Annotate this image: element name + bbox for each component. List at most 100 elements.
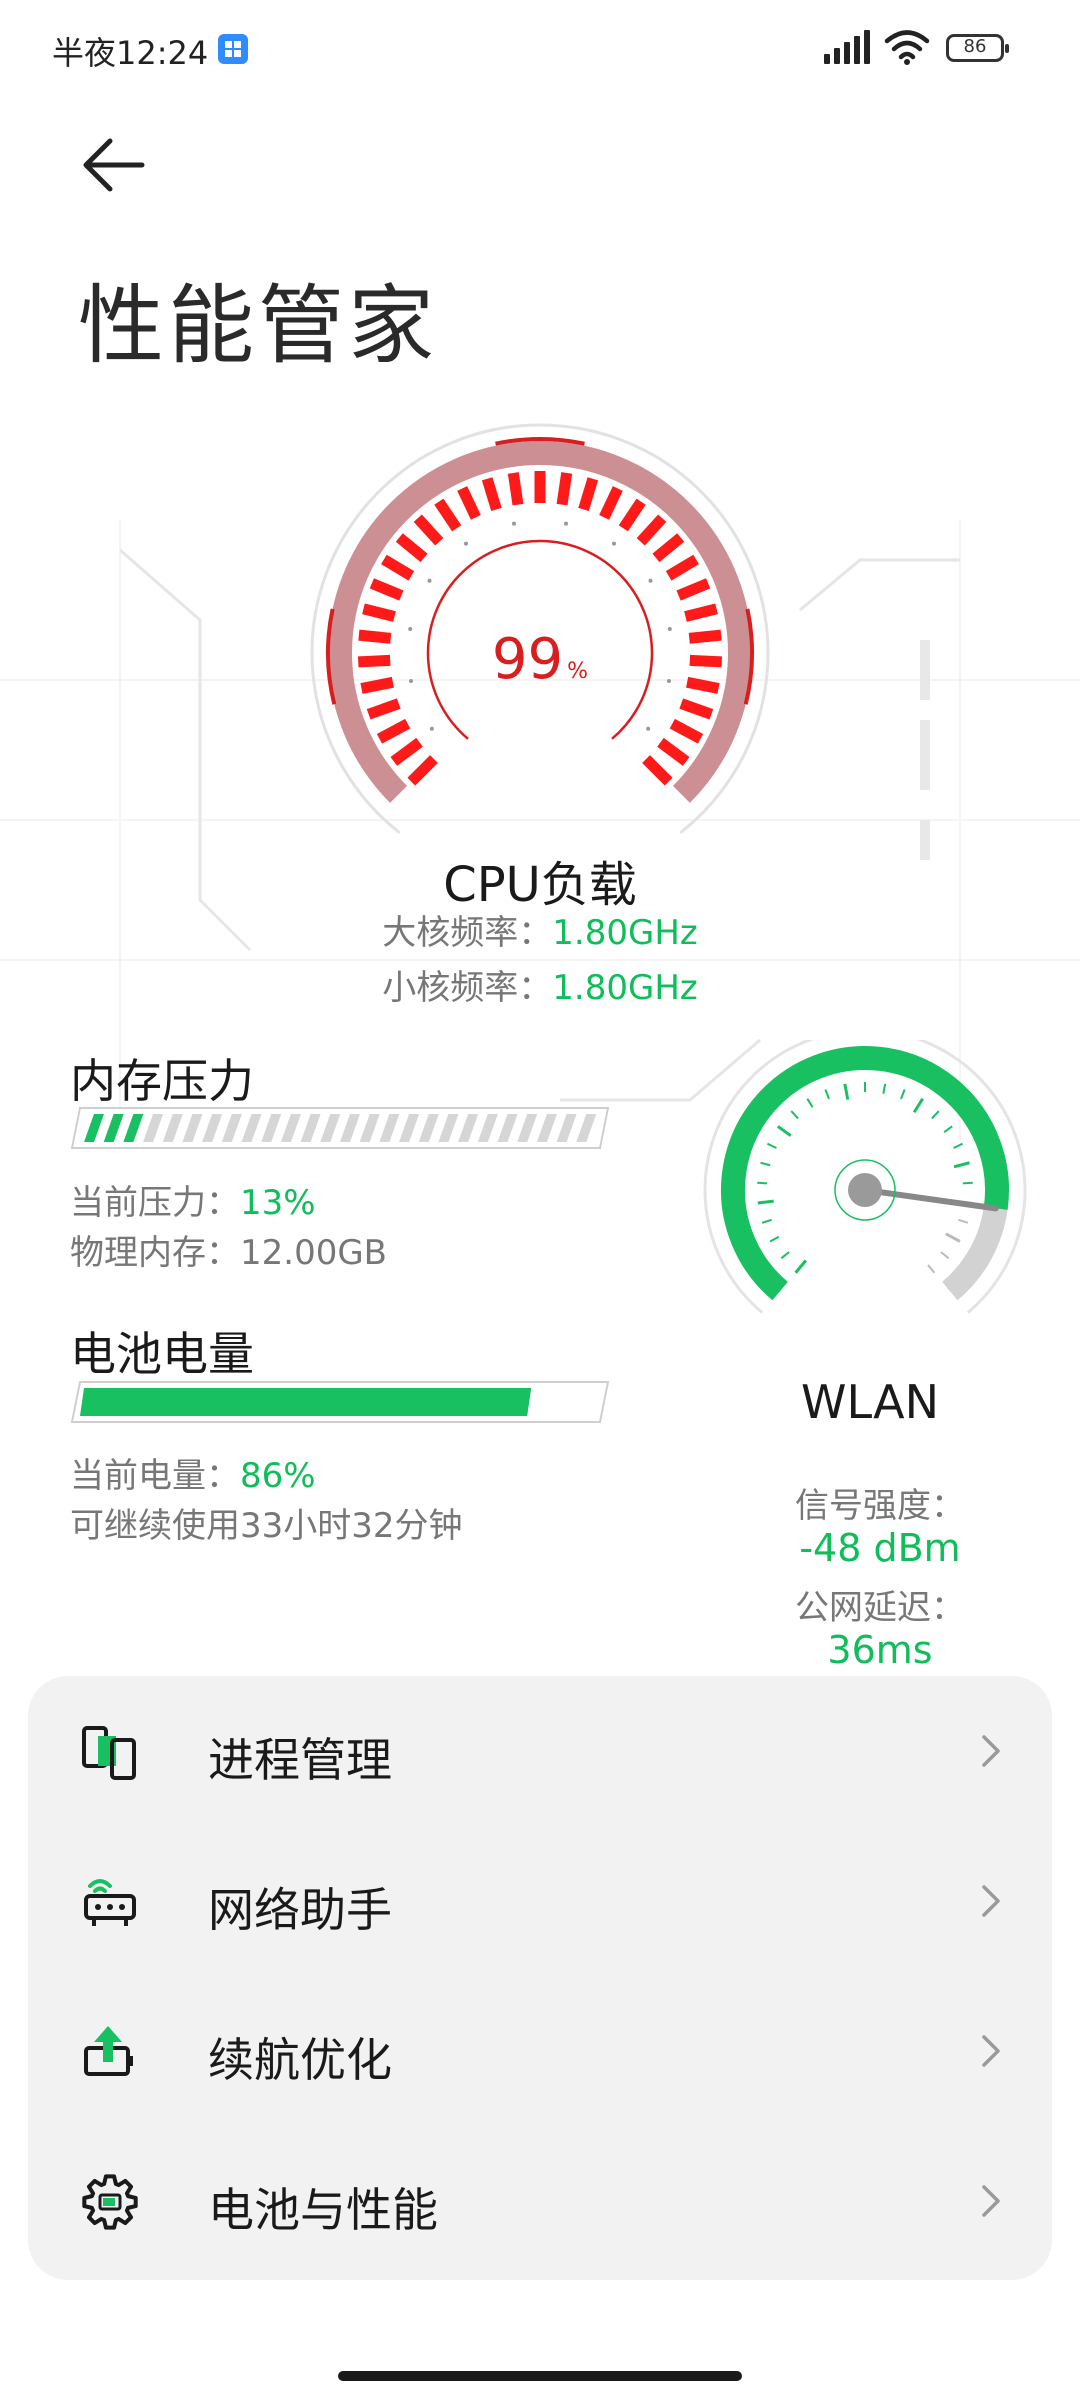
menu-item-label: 网络助手 <box>208 1883 392 1937</box>
wlan-gauge-tick <box>943 1125 953 1133</box>
cpu-gauge-segment <box>376 718 411 744</box>
menu-item-endurance-optimization[interactable]: 续航优化 <box>28 1976 1052 2126</box>
wlan-gauge-tick <box>900 1089 906 1100</box>
wifi-icon <box>884 30 930 65</box>
tools-menu-card: 进程管理 网络助手 续航优化 电池与性能 <box>28 1676 1052 2280</box>
memory-pressure-label: 当前压力： <box>70 1183 240 1223</box>
wlan-gauge-tick <box>953 1161 970 1169</box>
battery-level-bar <box>70 1381 610 1423</box>
wlan-gauge-needle <box>862 1187 999 1212</box>
physical-memory-value: 12.00GB <box>240 1233 388 1273</box>
gear-icon <box>82 2174 138 2230</box>
cpu-gauge-segment <box>481 477 502 512</box>
chevron-right-icon <box>982 2035 1000 2067</box>
wlan-title: WLAN <box>800 1375 940 1429</box>
app-notification-icon <box>218 34 248 64</box>
cpu-gauge-dot <box>429 726 434 731</box>
wlan-gauge-track <box>941 1206 1008 1301</box>
battery-level-title: 电池电量 <box>70 1327 254 1381</box>
wlan-gauge-tick <box>882 1083 887 1094</box>
router-icon <box>84 1879 136 1926</box>
battery-level-value: 86% <box>240 1456 316 1496</box>
memory-pressure-bar <box>70 1107 610 1149</box>
menu-item-network-assistant[interactable]: 网络助手 <box>28 1826 1052 1976</box>
cpu-load-value: 99% <box>290 627 790 692</box>
cpu-gauge-segment <box>618 498 646 532</box>
cpu-gauge-track <box>328 441 752 803</box>
back-arrow-icon[interactable] <box>70 130 160 200</box>
wlan-gauge-tick <box>931 1110 940 1120</box>
menu-item-label: 进程管理 <box>208 1733 392 1787</box>
cpu-gauge-dot <box>646 726 651 731</box>
battery-level-line: 当前电量：86% <box>70 1448 316 1497</box>
physical-memory-line: 物理内存：12.00GB <box>70 1225 387 1274</box>
battery-icon: 86 <box>946 34 1009 62</box>
wlan-gauge-tick <box>757 1199 774 1205</box>
memory-pressure-line: 当前压力：13% <box>70 1175 316 1224</box>
chevron-right-icon <box>982 1885 1000 1917</box>
chevron-right-icon <box>982 2185 1000 2217</box>
home-indicator[interactable] <box>338 2371 742 2381</box>
signal-strength-label: 信号强度： <box>795 1486 965 1526</box>
wlan-gauge-tick <box>912 1097 924 1114</box>
status-bar: 半夜12:24 86 <box>0 0 1080 100</box>
battery-remaining-time: 可继续使用33小时32分钟 <box>70 1506 463 1546</box>
wlan-gauge-tick <box>940 1251 950 1260</box>
wlan-gauge-tick <box>806 1098 814 1108</box>
gear-battery-fill <box>103 2198 115 2206</box>
wlan-gauge-dial <box>703 1028 1027 1314</box>
cpu-gauge-segment <box>636 514 667 546</box>
wlan-gauge-tick <box>766 1142 777 1149</box>
menu-item-battery-performance[interactable]: 电池与性能 <box>28 2126 1052 2276</box>
cpu-gauge-dot <box>427 578 432 583</box>
cpu-gauge-segment <box>642 755 673 786</box>
cpu-gauge-dot <box>511 521 516 526</box>
status-time: 半夜12:24 <box>52 34 209 72</box>
menu-item-process-management[interactable]: 进程管理 <box>28 1676 1052 1826</box>
battery-boost-icon <box>84 2026 133 2076</box>
cpu-gauge-segment <box>366 698 401 720</box>
cpu-gauge-dot <box>648 578 653 583</box>
cpu-gauge-dot <box>611 541 616 546</box>
cpu-gauge-segment <box>381 554 415 581</box>
wlan-gauge-tick <box>958 1218 969 1224</box>
cpu-gauge-segment <box>679 698 714 720</box>
cpu-gauge-segment <box>652 533 685 563</box>
chevron-right-icon <box>982 1735 1000 1767</box>
cpu-gauge-segment <box>507 472 524 506</box>
cpu-load-number: 99 <box>491 627 564 692</box>
wlan-gauge-tick <box>776 1125 792 1137</box>
little-core-label: 小核频率： <box>382 968 553 1008</box>
wlan-gauge-tick <box>927 1264 936 1274</box>
battery-level-text: 86 <box>963 36 987 57</box>
wlan-gauge-tick <box>962 1181 973 1185</box>
cpu-gauge-segment <box>362 603 396 622</box>
wlan-gauge-tick <box>790 1110 799 1120</box>
cpu-gauge-segment <box>665 554 699 581</box>
wlan-gauge-hub <box>848 1173 882 1207</box>
cpu-gauge-segment <box>395 533 428 563</box>
page-title: 性能管家 <box>78 276 438 376</box>
cpu-gauge-segment <box>676 578 711 601</box>
signal-strength-value: -48 dBm <box>799 1526 961 1570</box>
battery-level-label: 当前电量： <box>70 1456 240 1496</box>
wlan-gauge-tick <box>769 1235 780 1243</box>
wlan-gauge-tick <box>843 1083 850 1100</box>
wlan-gauge-tick <box>757 1181 768 1185</box>
big-core-frequency: 大核频率：1.80GHz <box>0 905 1080 954</box>
wlan-gauge-tick <box>760 1161 771 1167</box>
cpu-gauge-segment <box>434 498 462 532</box>
menu-item-label: 电池与性能 <box>208 2183 438 2237</box>
wlan-gauge-tick <box>761 1218 772 1224</box>
cpu-gauge-segment <box>657 737 690 766</box>
wlan-gauge-tick <box>794 1259 808 1274</box>
wlan-gauge-tick <box>945 1232 961 1243</box>
latency-label: 公网延迟： <box>795 1588 965 1628</box>
cpu-gauge-segment <box>390 737 423 766</box>
cpu-gauge-dot <box>564 521 569 526</box>
wlan-gauge-tick <box>780 1251 790 1260</box>
cpu-gauge-segment <box>369 578 404 601</box>
big-core-value: 1.80GHz <box>552 913 698 953</box>
latency-value: 36ms <box>827 1628 933 1672</box>
cpu-gauge-segment <box>556 472 573 506</box>
